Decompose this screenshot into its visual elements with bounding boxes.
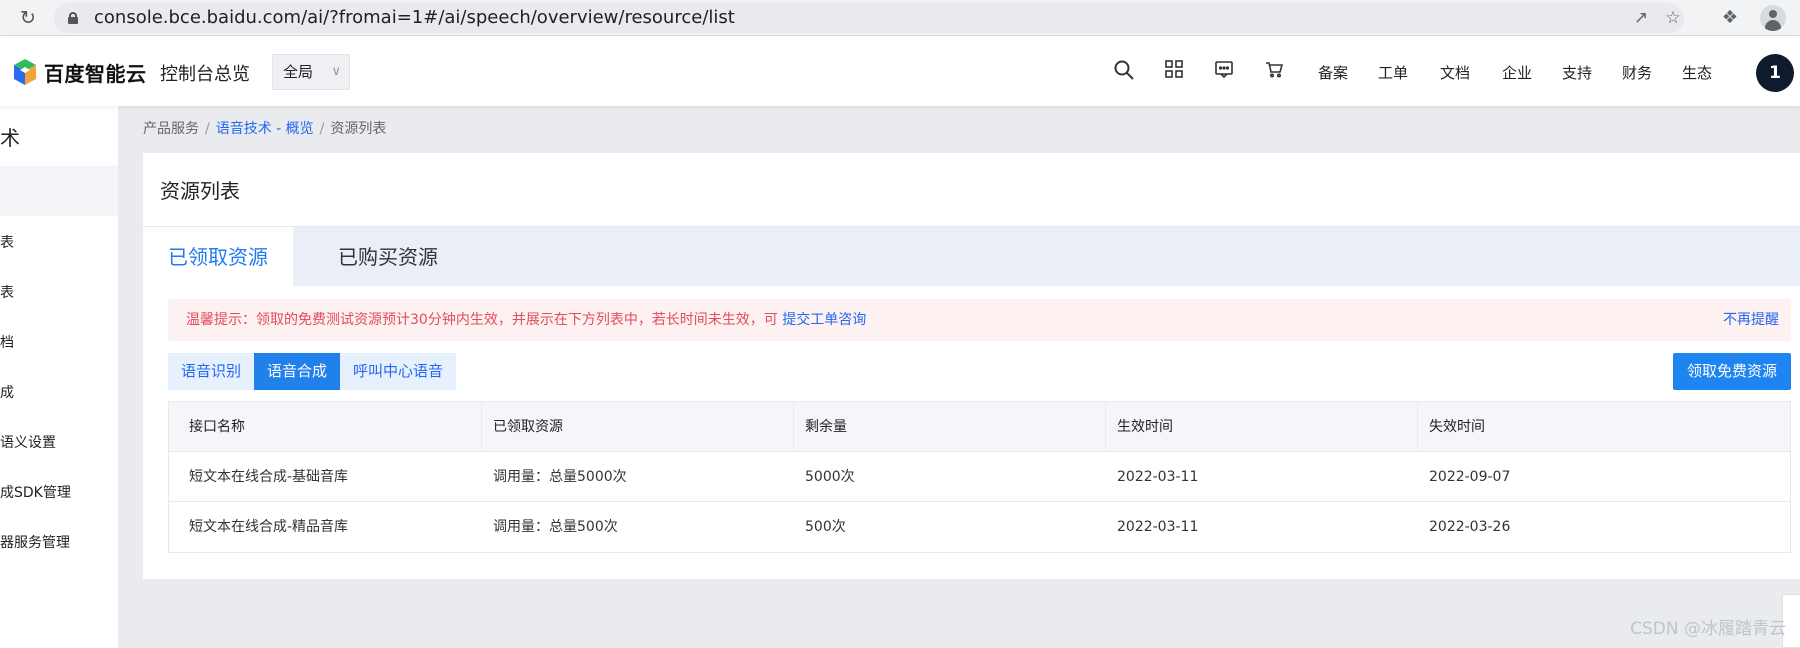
search-icon[interactable]: [1112, 59, 1136, 83]
nav-link-ecosystem[interactable]: 生态: [1682, 62, 1712, 83]
filter-call-center-speech[interactable]: 呼叫中心语音: [340, 353, 457, 390]
browser-toolbar: ↻ console.bce.baidu.com/ai/?fromai=1#/ai…: [0, 0, 1800, 36]
sidebar: 术 表 表 档 成 语义设置 成SDK管理 器服务管理: [0, 106, 118, 648]
column-header-expiry-time: 失效时间: [1429, 419, 1485, 435]
notice-banner: 温馨提示：领取的免费测试资源预计30分钟内生效，并展示在下方列表中，若长时间未生…: [168, 299, 1791, 341]
sidebar-item[interactable]: 语义设置: [0, 432, 56, 452]
profile-icon[interactable]: [1760, 5, 1786, 31]
message-icon[interactable]: [1212, 59, 1236, 83]
lock-icon: [68, 12, 78, 24]
reload-icon[interactable]: ↻: [16, 6, 40, 30]
nav-link-enterprise[interactable]: 企业: [1502, 62, 1532, 83]
table-header-row: 接口名称 已领取资源 剩余量 生效时间 失效时间: [169, 402, 1790, 452]
nav-link-finance[interactable]: 财务: [1622, 62, 1652, 83]
tab-purchased-resources[interactable]: 已购买资源: [318, 227, 458, 287]
sidebar-item[interactable]: 表: [0, 232, 14, 252]
breadcrumb-root: 产品服务: [143, 121, 199, 137]
tab-claimed-resources[interactable]: 已领取资源: [143, 227, 293, 287]
column-header-api-name: 接口名称: [189, 419, 245, 435]
nav-link-filing[interactable]: 备案: [1318, 62, 1348, 83]
cell-claimed: 调用量：总量5000次: [493, 469, 627, 485]
user-avatar[interactable]: 1: [1756, 54, 1794, 92]
sidebar-item[interactable]: 档: [0, 332, 14, 352]
sidebar-item[interactable]: 成: [0, 382, 14, 402]
scope-label: 全局: [283, 63, 314, 81]
chevron-down-icon: ∨: [331, 64, 341, 79]
logo-text: 百度智能云: [44, 61, 147, 86]
cell-claimed: 调用量：总量500次: [493, 519, 618, 535]
extensions-puzzle-icon[interactable]: ❖: [1718, 6, 1742, 30]
baidu-cloud-logo[interactable]: 百度智能云: [12, 58, 147, 86]
table-row: 短文本在线合成-基础音库 调用量：总量5000次 5000次 2022-03-1…: [169, 452, 1790, 502]
cell-expiry-time: 2022-09-07: [1429, 469, 1511, 485]
column-header-effective-time: 生效时间: [1117, 419, 1173, 435]
sidebar-title: 术: [0, 126, 20, 150]
share-icon[interactable]: ↗: [1630, 7, 1652, 29]
column-header-remaining: 剩余量: [805, 419, 847, 435]
url-text[interactable]: console.bce.baidu.com/ai/?fromai=1#/ai/s…: [94, 3, 735, 33]
page-title: 资源列表: [160, 179, 240, 203]
column-header-claimed: 已领取资源: [493, 419, 563, 435]
cell-effective-time: 2022-03-11: [1117, 519, 1199, 535]
filter-speech-synthesis[interactable]: 语音合成: [254, 353, 341, 390]
sidebar-item[interactable]: 器服务管理: [0, 532, 70, 552]
address-bar[interactable]: console.bce.baidu.com/ai/?fromai=1#/ai/s…: [54, 3, 1684, 33]
resource-table: 接口名称 已领取资源 剩余量 生效时间 失效时间 短文本在线合成-基础音库 调用…: [168, 401, 1791, 553]
nav-link-tickets[interactable]: 工单: [1378, 62, 1408, 83]
cart-icon[interactable]: [1262, 59, 1286, 83]
resource-tabs: 已领取资源 已购买资源: [143, 226, 1800, 287]
nav-link-docs[interactable]: 文档: [1440, 62, 1470, 83]
submit-ticket-link[interactable]: 提交工单咨询: [782, 312, 866, 328]
breadcrumb: 产品服务 / 语音技术 - 概览 / 资源列表: [143, 121, 387, 137]
sidebar-item[interactable]: 成SDK管理: [0, 482, 71, 502]
sidebar-item-active[interactable]: [0, 166, 118, 216]
cell-remaining: 5000次: [805, 469, 855, 485]
top-navigation: 百度智能云 控制台总览 全局 ∨ 备案 工单 文档 企业 支持 财务 生态 1: [0, 36, 1800, 106]
logo-cube-icon: [14, 59, 36, 85]
console-overview-link[interactable]: 控制台总览: [160, 60, 250, 86]
breadcrumb-current: 资源列表: [330, 121, 387, 137]
nav-link-support[interactable]: 支持: [1562, 62, 1592, 83]
sidebar-item[interactable]: 表: [0, 282, 14, 302]
claim-free-resource-button[interactable]: 领取免费资源: [1673, 353, 1791, 390]
bookmark-star-icon[interactable]: ☆: [1662, 7, 1684, 29]
cell-api-name: 短文本在线合成-基础音库: [189, 469, 349, 485]
cell-effective-time: 2022-03-11: [1117, 469, 1199, 485]
watermark: CSDN @冰履踏青云: [1630, 619, 1786, 639]
breadcrumb-parent-link[interactable]: 语音技术 - 概览: [216, 121, 314, 137]
resource-list-card: 资源列表 已领取资源 已购买资源 温馨提示：领取的免费测试资源预计30分钟内生效…: [143, 153, 1800, 579]
region-scope-select[interactable]: 全局 ∨: [272, 54, 350, 90]
dismiss-notice-link[interactable]: 不再提醒: [1723, 309, 1779, 329]
cell-remaining: 500次: [805, 519, 846, 535]
notice-text: 温馨提示：领取的免费测试资源预计30分钟内生效，并展示在下方列表中，若长时间未生…: [186, 312, 867, 328]
filter-speech-recognition[interactable]: 语音识别: [168, 353, 255, 390]
table-row: 短文本在线合成-精品音库 调用量：总量500次 500次 2022-03-11 …: [169, 502, 1790, 552]
apps-grid-icon[interactable]: [1162, 59, 1186, 83]
product-filter-group: 语音识别 语音合成 呼叫中心语音: [168, 353, 457, 390]
cell-expiry-time: 2022-03-26: [1429, 519, 1511, 535]
cell-api-name: 短文本在线合成-精品音库: [189, 519, 349, 535]
